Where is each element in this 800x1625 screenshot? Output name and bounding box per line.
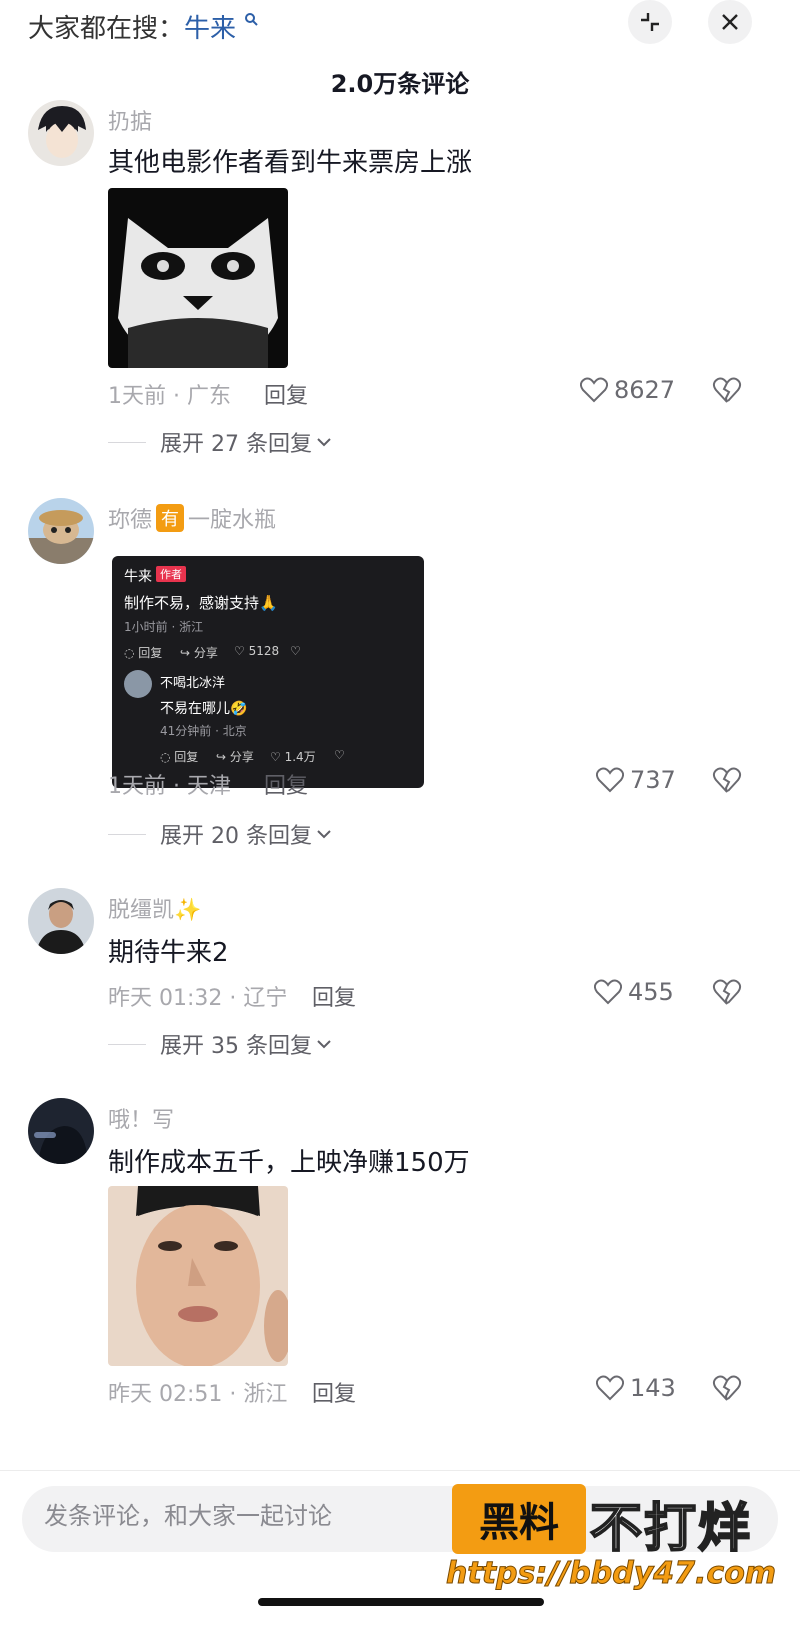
time-location: 昨天 02:51 · 浙江 — [108, 1382, 288, 1407]
comment-text: 其他电影作者看到牛来票房上涨 — [108, 148, 473, 178]
username-part2: 一腚水瓶 — [188, 508, 277, 533]
embed-sub-dislike-icon: ♡ — [334, 748, 345, 762]
divider-line — [108, 441, 146, 443]
expand-replies-button[interactable]: 展开 20 条回复 — [108, 818, 332, 850]
like-button[interactable]: 737 — [596, 766, 676, 794]
reply-button[interactable]: 回复 — [264, 378, 308, 410]
comment-image-cat-meme[interactable] — [108, 188, 288, 368]
embed-sub-text: 不易在哪儿🤣 — [160, 701, 248, 717]
dislike-button[interactable] — [712, 766, 742, 798]
like-count: 455 — [628, 978, 674, 1006]
expand-replies-button[interactable]: 展开 27 条回复 — [108, 426, 332, 458]
bottom-divider — [0, 1470, 800, 1471]
chevron-down-icon — [317, 1040, 331, 1049]
home-indicator[interactable] — [258, 1598, 544, 1606]
heart-icon — [596, 1375, 624, 1401]
dislike-button[interactable] — [712, 978, 742, 1010]
time-location: 1天前 · 天津 — [108, 774, 231, 799]
expand-label: 展开 20 条回复 — [160, 824, 312, 849]
reply-button[interactable]: 回复 — [312, 980, 356, 1012]
embed-sub-share: ↪ 分享 — [216, 750, 254, 764]
comment-count-title: 2.0万条评论 — [330, 70, 470, 98]
reply-button[interactable]: 回复 — [264, 768, 308, 800]
divider-line — [108, 833, 146, 835]
search-keyword[interactable]: 牛来 — [184, 14, 236, 44]
embed-share: ↪ 分享 — [180, 646, 218, 660]
username[interactable]: 脱缰凯✨ — [108, 892, 201, 924]
chevron-down-icon — [317, 438, 331, 447]
comment-input[interactable] — [44, 1502, 464, 1530]
embed-sub-likes: ♡ 1.4万 — [270, 750, 316, 764]
chevron-down-icon — [317, 830, 331, 839]
like-count: 8627 — [614, 376, 676, 404]
search-suggestion[interactable]: 大家都在搜：牛来 — [28, 8, 259, 45]
broken-heart-icon — [712, 979, 742, 1005]
embed-meta: 1小时前 · 浙江 — [124, 620, 204, 634]
avatar[interactable] — [28, 498, 94, 564]
like-button[interactable]: 455 — [594, 978, 674, 1006]
embed-likes: ♡ 5128 — [234, 644, 280, 658]
expand-label: 展开 35 条回复 — [160, 1034, 312, 1059]
minimize-button[interactable] — [628, 0, 672, 44]
watermark-text: 不打烊 — [589, 1498, 753, 1560]
username[interactable]: 珎德 有 一腚水瓶 — [108, 502, 276, 534]
heart-icon — [594, 979, 622, 1005]
embed-sub-reply: ◌ 回复 — [160, 750, 199, 764]
broken-heart-icon — [712, 767, 742, 793]
heart-icon — [580, 377, 608, 403]
comment-text: 期待牛来2 — [108, 938, 229, 968]
dislike-button[interactable] — [712, 376, 742, 408]
user-badge: 有 — [156, 504, 185, 532]
username[interactable]: 哦！写 — [108, 1102, 174, 1134]
collapse-icon — [641, 13, 659, 31]
search-prefix: 大家都在搜： — [28, 14, 185, 44]
embed-sub-author: 不喝北冰洋 — [160, 676, 226, 691]
embed-author: 牛来 — [124, 569, 152, 585]
watermark-url: https://bbdy47.com — [445, 1556, 777, 1592]
username[interactable]: 扔掂 — [108, 104, 152, 136]
broken-heart-icon — [712, 1375, 742, 1401]
embedded-screenshot[interactable]: 牛来 作者 制作不易，感谢支持🙏 1小时前 · 浙江 ◌ 回复 ↪ 分享 ♡ 5… — [112, 556, 424, 788]
watermark-box: 黑料 — [452, 1484, 586, 1554]
close-icon — [722, 14, 738, 30]
time-location: 1天前 · 广东 — [108, 384, 231, 409]
time-location: 昨天 01:32 · 辽宁 — [108, 986, 288, 1011]
divider-line — [108, 1043, 146, 1045]
comment-image-face-meme[interactable] — [108, 1186, 288, 1366]
dislike-button[interactable] — [712, 1374, 742, 1406]
like-button[interactable]: 8627 — [580, 376, 675, 404]
author-tag: 作者 — [156, 566, 186, 582]
embed-sub-meta: 41分钟前 · 北京 — [160, 724, 247, 738]
broken-heart-icon — [712, 377, 742, 403]
like-button[interactable]: 143 — [596, 1374, 676, 1402]
embed-dislike-icon: ♡ — [290, 644, 301, 658]
expand-label: 展开 27 条回复 — [160, 432, 312, 457]
embed-text: 制作不易，感谢支持🙏 — [124, 594, 278, 612]
heart-icon — [596, 767, 624, 793]
avatar[interactable] — [28, 888, 94, 954]
expand-replies-button[interactable]: 展开 35 条回复 — [108, 1028, 332, 1060]
comment-text: 制作成本五千，上映净赚150万 — [108, 1148, 470, 1178]
search-icon — [245, 13, 259, 26]
username-part1: 珎德 — [108, 508, 153, 533]
close-button[interactable] — [708, 0, 752, 44]
avatar[interactable] — [28, 100, 94, 166]
like-count: 737 — [630, 766, 676, 794]
reply-button[interactable]: 回复 — [312, 1376, 356, 1408]
embed-reply: ◌ 回复 — [124, 646, 163, 660]
embed-sub-avatar — [124, 670, 152, 698]
avatar[interactable] — [28, 1098, 94, 1164]
like-count: 143 — [630, 1374, 676, 1402]
